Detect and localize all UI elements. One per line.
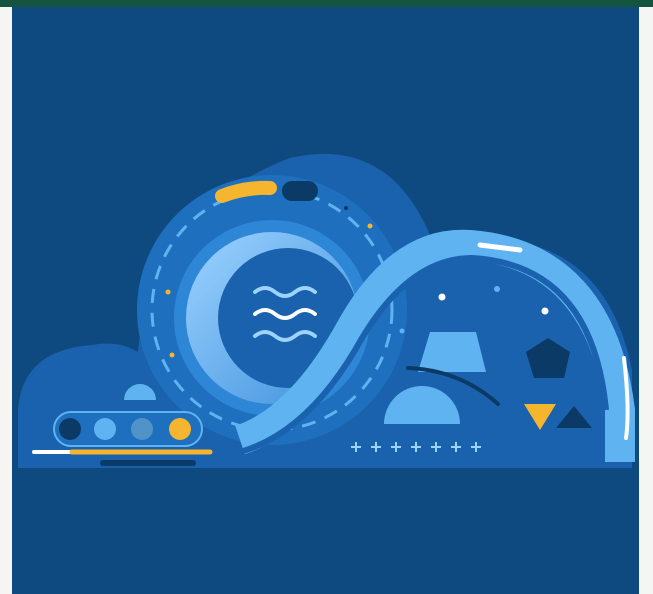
trapezoid-icon xyxy=(418,332,486,372)
cloud-illustration xyxy=(18,153,635,468)
dial-progress xyxy=(215,180,277,203)
dial-knob xyxy=(282,181,318,201)
